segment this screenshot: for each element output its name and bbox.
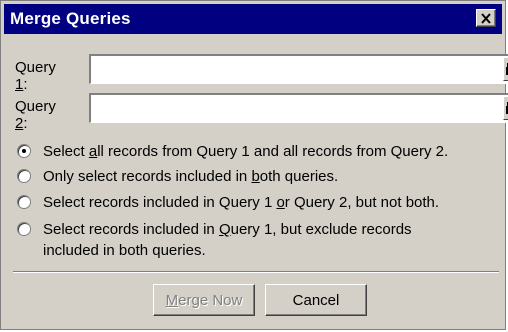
query-1-input[interactable] bbox=[93, 58, 487, 82]
option-all-records-label: Select all records from Query 1 and all … bbox=[43, 143, 449, 160]
option-exclude-both-label: Select records included in Query 1, but … bbox=[43, 221, 412, 259]
title-bar: Merge Queries bbox=[4, 4, 502, 34]
query-2-field-box bbox=[89, 93, 508, 123]
option-both-queries-label: Only select records included in both que… bbox=[43, 168, 339, 185]
separator bbox=[13, 271, 499, 273]
option-either-not-both-radio[interactable] bbox=[17, 195, 31, 209]
option-either-not-both-label: Select records included in Query 1 or Qu… bbox=[43, 194, 440, 211]
option-exclude-both-radio[interactable] bbox=[17, 222, 31, 236]
merge-queries-dialog: Merge Queries Query 1: Query 2: Select a… bbox=[0, 0, 508, 330]
option-both-queries-radio[interactable] bbox=[17, 169, 31, 183]
query-2-label: Query 2: bbox=[15, 98, 56, 132]
window-title: Merge Queries bbox=[10, 9, 131, 28]
query-2-lookup-button[interactable] bbox=[503, 96, 508, 120]
query-1-field-box bbox=[89, 54, 508, 84]
query-1-lookup-button[interactable] bbox=[503, 57, 508, 81]
close-button[interactable] bbox=[476, 9, 496, 27]
query-1-label: Query 1: bbox=[15, 59, 56, 93]
merge-now-button[interactable]: Merge Now bbox=[153, 284, 255, 316]
cancel-button[interactable]: Cancel bbox=[265, 284, 367, 316]
option-all-records-radio[interactable] bbox=[17, 144, 31, 158]
query-2-input[interactable] bbox=[93, 97, 487, 121]
close-icon bbox=[481, 12, 491, 24]
